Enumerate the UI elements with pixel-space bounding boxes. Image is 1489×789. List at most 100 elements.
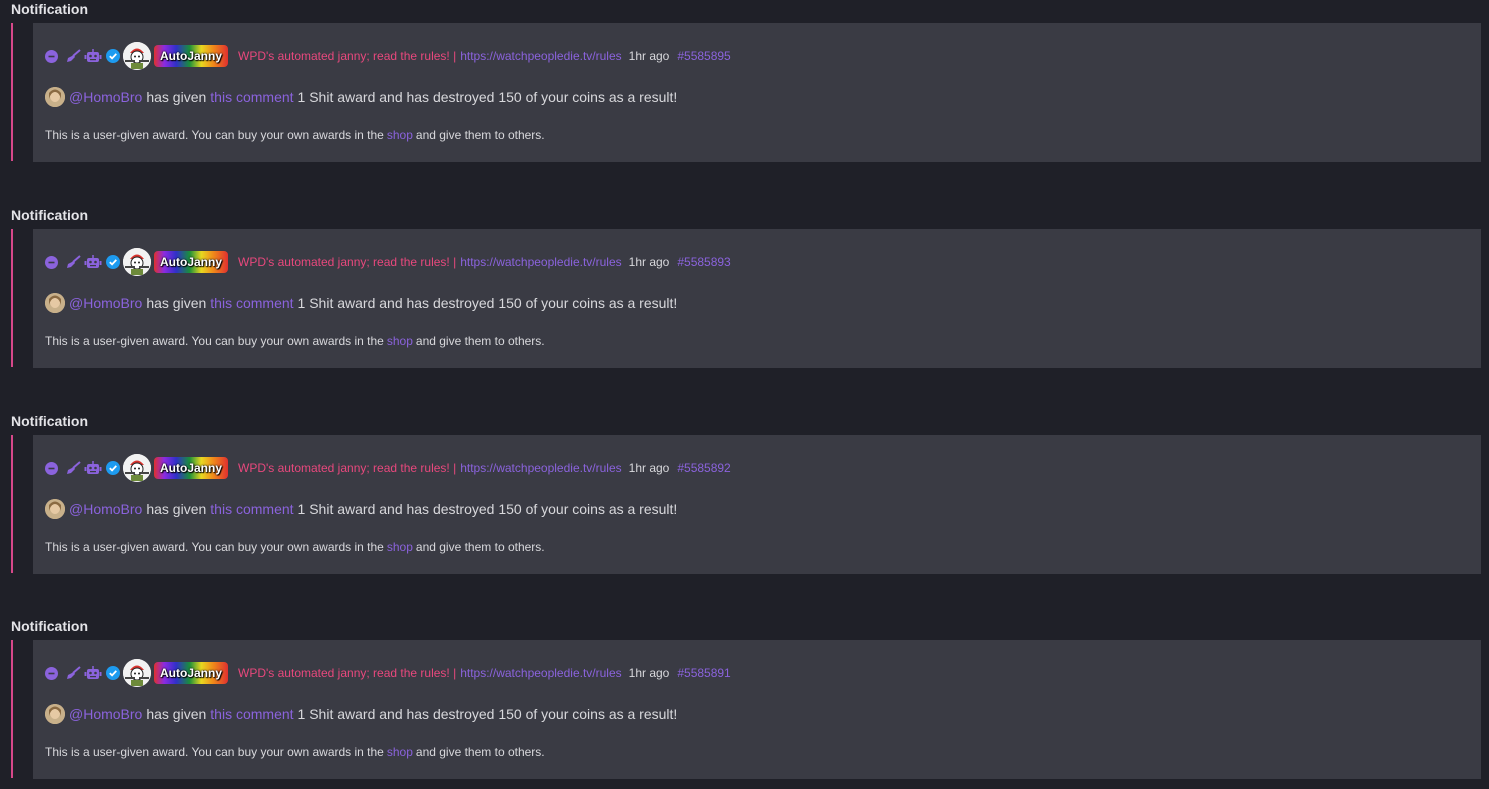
rules-link[interactable]: https://watchpeopledie.tv/rules bbox=[460, 49, 621, 63]
award-verb: has given bbox=[146, 501, 207, 517]
notification: Notification AutoJanny WPD's automated j… bbox=[0, 617, 1489, 789]
mention-avatar[interactable] bbox=[45, 499, 65, 519]
rules-link[interactable]: https://watchpeopledie.tv/rules bbox=[460, 461, 621, 475]
comment-body: @HomoBro has given this comment 1 Shit a… bbox=[45, 292, 677, 314]
author-bio: WPD's automated janny; read the rules! | bbox=[238, 49, 457, 63]
robot-icon bbox=[84, 666, 102, 680]
award-verb: has given bbox=[146, 706, 207, 722]
footer-text-after: and give them to others. bbox=[415, 745, 545, 759]
user-mention-link[interactable]: @HomoBro bbox=[69, 706, 142, 722]
comment-id-link[interactable]: #5585893 bbox=[677, 255, 730, 269]
award-message: 1 Shit award and has destroyed 150 of yo… bbox=[297, 89, 678, 105]
mention-avatar[interactable] bbox=[45, 293, 65, 313]
footer-text-before: This is a user-given award. You can buy … bbox=[45, 745, 384, 759]
award-message: 1 Shit award and has destroyed 150 of yo… bbox=[297, 501, 678, 517]
notification-card: AutoJanny WPD's automated janny; read th… bbox=[33, 435, 1481, 574]
shop-link[interactable]: shop bbox=[387, 540, 413, 554]
author-avatar[interactable] bbox=[123, 248, 151, 276]
mention-avatar[interactable] bbox=[45, 87, 65, 107]
robot-icon bbox=[84, 461, 102, 475]
author-avatar[interactable] bbox=[123, 454, 151, 482]
verified-check-icon bbox=[106, 49, 120, 63]
rules-link[interactable]: https://watchpeopledie.tv/rules bbox=[460, 666, 621, 680]
shop-link[interactable]: shop bbox=[387, 334, 413, 348]
notification-heading: Notification bbox=[11, 618, 88, 634]
award-verb: has given bbox=[146, 295, 207, 311]
comment-meta: AutoJanny WPD's automated janny; read th… bbox=[45, 41, 731, 71]
comment-body: @HomoBro has given this comment 1 Shit a… bbox=[45, 498, 677, 520]
verified-check-icon bbox=[106, 255, 120, 269]
award-message: 1 Shit award and has destroyed 150 of yo… bbox=[297, 295, 678, 311]
footer-text-before: This is a user-given award. You can buy … bbox=[45, 128, 384, 142]
broom-icon bbox=[65, 666, 81, 680]
author-avatar[interactable] bbox=[123, 42, 151, 70]
comment-id-link[interactable]: #5585891 bbox=[677, 666, 730, 680]
notification: Notification AutoJanny WPD's automated j… bbox=[0, 0, 1489, 206]
author-username[interactable]: AutoJanny bbox=[154, 457, 229, 479]
comment-id-link[interactable]: #5585895 bbox=[677, 49, 730, 63]
comment-meta: AutoJanny WPD's automated janny; read th… bbox=[45, 247, 731, 277]
footer-text-after: and give them to others. bbox=[415, 334, 545, 348]
notification-accent-bar bbox=[11, 640, 13, 778]
award-verb: has given bbox=[146, 89, 207, 105]
verified-check-icon bbox=[106, 461, 120, 475]
comment-link[interactable]: this comment bbox=[210, 501, 293, 517]
mention-avatar[interactable] bbox=[45, 704, 65, 724]
rules-link[interactable]: https://watchpeopledie.tv/rules bbox=[460, 255, 621, 269]
author-bio: WPD's automated janny; read the rules! | bbox=[238, 255, 457, 269]
notification: Notification AutoJanny WPD's automated j… bbox=[0, 206, 1489, 412]
shop-link[interactable]: shop bbox=[387, 128, 413, 142]
author-bio: WPD's automated janny; read the rules! | bbox=[238, 461, 457, 475]
comment-link[interactable]: this comment bbox=[210, 295, 293, 311]
comment-link[interactable]: this comment bbox=[210, 706, 293, 722]
verified-check-icon bbox=[106, 666, 120, 680]
notification-card: AutoJanny WPD's automated janny; read th… bbox=[33, 640, 1481, 779]
minus-circle-icon[interactable] bbox=[45, 666, 58, 680]
award-footer: This is a user-given award. You can buy … bbox=[45, 128, 545, 142]
minus-circle-icon[interactable] bbox=[45, 49, 58, 63]
notification-accent-bar bbox=[11, 229, 13, 367]
award-footer: This is a user-given award. You can buy … bbox=[45, 540, 545, 554]
minus-circle-icon[interactable] bbox=[45, 255, 58, 269]
timestamp[interactable]: 1hr ago bbox=[629, 49, 670, 63]
timestamp[interactable]: 1hr ago bbox=[629, 255, 670, 269]
footer-text-before: This is a user-given award. You can buy … bbox=[45, 540, 384, 554]
comment-id-link[interactable]: #5585892 bbox=[677, 461, 730, 475]
comment-link[interactable]: this comment bbox=[210, 89, 293, 105]
notification-heading: Notification bbox=[11, 207, 88, 223]
user-mention-link[interactable]: @HomoBro bbox=[69, 295, 142, 311]
author-username[interactable]: AutoJanny bbox=[154, 45, 229, 67]
timestamp[interactable]: 1hr ago bbox=[629, 666, 670, 680]
comment-body: @HomoBro has given this comment 1 Shit a… bbox=[45, 703, 677, 725]
footer-text-before: This is a user-given award. You can buy … bbox=[45, 334, 384, 348]
minus-circle-icon[interactable] bbox=[45, 461, 58, 475]
robot-icon bbox=[84, 255, 102, 269]
broom-icon bbox=[65, 49, 81, 63]
author-avatar[interactable] bbox=[123, 659, 151, 687]
notification-card: AutoJanny WPD's automated janny; read th… bbox=[33, 23, 1481, 162]
broom-icon bbox=[65, 255, 81, 269]
author-username[interactable]: AutoJanny bbox=[154, 662, 229, 684]
author-bio: WPD's automated janny; read the rules! | bbox=[238, 666, 457, 680]
robot-icon bbox=[84, 49, 102, 63]
shop-link[interactable]: shop bbox=[387, 745, 413, 759]
broom-icon bbox=[65, 461, 81, 475]
footer-text-after: and give them to others. bbox=[415, 540, 545, 554]
award-message: 1 Shit award and has destroyed 150 of yo… bbox=[297, 706, 678, 722]
notification-accent-bar bbox=[11, 435, 13, 573]
notification: Notification AutoJanny WPD's automated j… bbox=[0, 412, 1489, 618]
notification-heading: Notification bbox=[11, 413, 88, 429]
user-mention-link[interactable]: @HomoBro bbox=[69, 501, 142, 517]
notification-accent-bar bbox=[11, 23, 13, 161]
timestamp[interactable]: 1hr ago bbox=[629, 461, 670, 475]
award-footer: This is a user-given award. You can buy … bbox=[45, 745, 545, 759]
author-username[interactable]: AutoJanny bbox=[154, 251, 229, 273]
footer-text-after: and give them to others. bbox=[415, 128, 545, 142]
notification-feed: Notification AutoJanny WPD's automated j… bbox=[0, 0, 1489, 789]
award-footer: This is a user-given award. You can buy … bbox=[45, 334, 545, 348]
comment-meta: AutoJanny WPD's automated janny; read th… bbox=[45, 453, 731, 483]
user-mention-link[interactable]: @HomoBro bbox=[69, 89, 142, 105]
notification-heading: Notification bbox=[11, 1, 88, 17]
comment-body: @HomoBro has given this comment 1 Shit a… bbox=[45, 86, 677, 108]
comment-meta: AutoJanny WPD's automated janny; read th… bbox=[45, 658, 731, 688]
